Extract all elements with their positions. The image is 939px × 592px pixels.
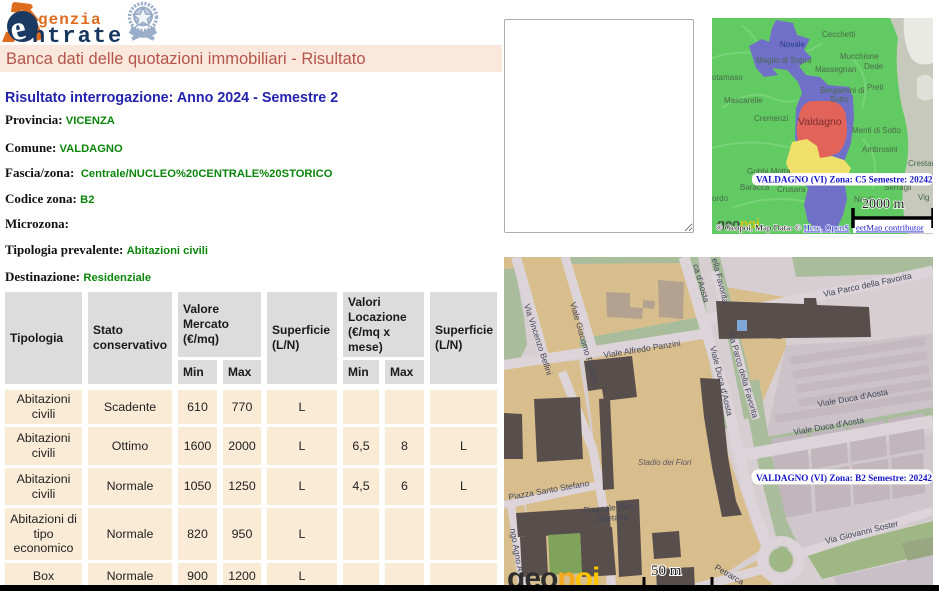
svg-text:VALDAGNO (VI) Zona: B2 Semestr: VALDAGNO (VI) Zona: B2 Semestre: 20242 <box>756 473 932 483</box>
svg-text:Crusara: Crusara <box>777 185 806 194</box>
svg-text:2000 m: 2000 m <box>862 197 905 212</box>
svg-text:Crestan: Crestan <box>908 159 933 168</box>
svg-text:Maglio di Sopra: Maglio di Sopra <box>756 56 812 65</box>
svg-text:otamaso: otamaso <box>712 73 743 82</box>
svg-text:eetMap contributor: eetMap contributor <box>856 223 924 233</box>
svg-text:Dede: Dede <box>864 62 884 71</box>
svg-text:Mucchione: Mucchione <box>840 52 879 61</box>
svg-text:Stadio dei Fiori: Stadio dei Fiori <box>638 458 692 467</box>
svg-text:Sotto: Sotto <box>830 95 849 104</box>
svg-text:ordo: ordo <box>712 194 729 203</box>
svg-text:Valdagno: Valdagno <box>798 116 842 128</box>
svg-text:Novale: Novale <box>780 40 805 49</box>
svg-text:VALDAGNO (VI) Zona: C5 Semestr: VALDAGNO (VI) Zona: C5 Semestre: 20242 <box>756 175 933 185</box>
svg-text:Cecchetti: Cecchetti <box>822 30 856 39</box>
svg-text:Massegnan: Massegnan <box>815 65 856 74</box>
svg-text:Preti: Preti <box>867 83 884 92</box>
svg-text:© Geopoi, Map Data: © Here, Op: © Geopoi, Map Data: © Here, OpenS <box>716 223 849 233</box>
svg-text:50 m: 50 m <box>651 563 682 579</box>
svg-text:Ambrosini: Ambrosini <box>862 145 898 154</box>
svg-text:Menti di Sotto: Menti di Sotto <box>852 126 901 135</box>
svg-text:Cremenzi: Cremenzi <box>754 114 788 123</box>
svg-text:Bergamini di: Bergamini di <box>820 86 865 95</box>
svg-text:Mascarelle: Mascarelle <box>724 96 763 105</box>
svg-text:Vig: Vig <box>918 193 929 202</box>
